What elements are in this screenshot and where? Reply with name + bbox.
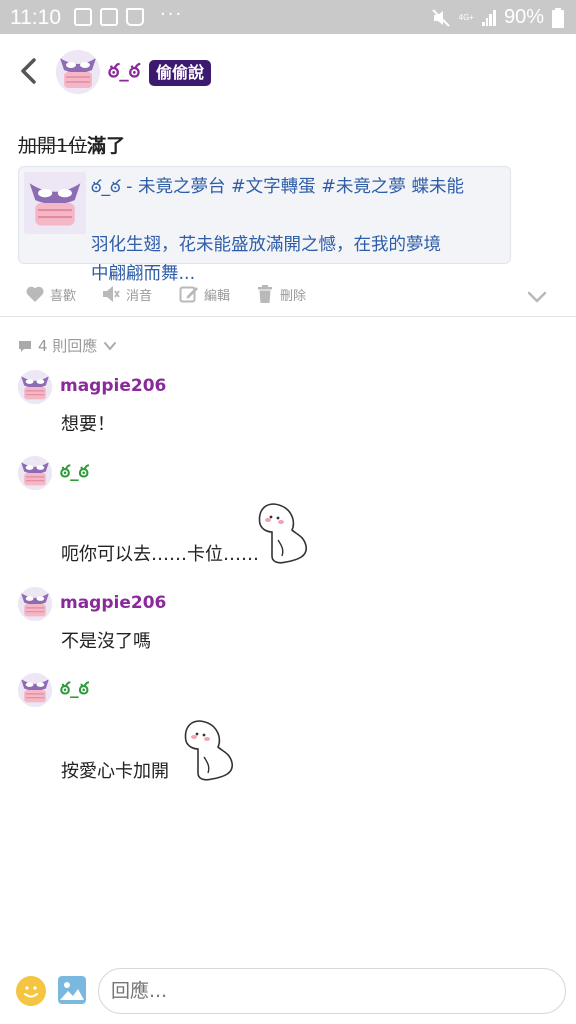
speaker-mute-icon [103,286,120,302]
comment-text: 呃你可以去……卡位…… [61,544,259,565]
edit-label: 編輯 [204,288,231,304]
mute-label: 消音 [126,288,153,304]
author-name[interactable]: ఠ_ఠ [108,60,140,87]
signal-icon [481,9,496,26]
comment-item: magpie206 不是沒了嗎 [18,587,558,657]
commenter-name[interactable]: magpie206 [60,376,166,396]
notification-icons: ··· [74,4,183,26]
like-button[interactable]: 喜歡 [25,284,76,304]
trash-icon [258,285,272,303]
emoji-button[interactable] [16,976,46,1006]
chevron-left-icon [21,58,36,84]
battery-icon [552,7,564,28]
chevron-down-icon [527,291,547,303]
system-icons: 4G+ 90% [431,6,564,29]
commenter-name[interactable]: ఠ_ఠ [60,462,89,486]
comment-text: 想要！ [61,414,115,435]
comment-bubble-icon [19,340,31,352]
network-type: 4G+ [458,13,474,22]
reply-count-toggle[interactable]: 4 則回應 [18,335,117,356]
ghost-sticker-icon [258,503,308,564]
linked-post-text-rest: 羽化生翅，花未能盛放滿開之憾，在我的夢境 中翩翩而舞... [25,231,505,289]
photo-button[interactable] [58,976,86,1004]
battery-level: 90% [503,6,544,28]
mute-button[interactable]: 消音 [101,284,152,304]
comment-item: magpie206 想要！ [18,370,558,440]
smiley-icon [24,986,38,998]
commenter-avatar[interactable] [18,587,52,621]
linked-post-text: ఠ_ఠ - 未竟之夢台 #文字轉蛋 #未竟之夢 蝶未能 [91,173,505,202]
reply-count-label: 4 則回應 [38,337,98,355]
divider [0,316,576,317]
trash-notification-icon [74,8,92,26]
bag-notification-icon [126,8,144,26]
chevron-down-icon [104,341,117,351]
post-text-bold: 滿了 [87,135,126,157]
reply-input[interactable] [98,968,566,1014]
mute-icon [431,8,450,27]
delete-button[interactable]: 刪除 [255,284,306,304]
image-icon [60,982,84,1000]
comment-text: 按愛心卡加開 [61,761,169,782]
edit-button[interactable]: 編輯 [179,284,230,304]
post-action-bar: 喜歡 消音 編輯 刪除 [0,284,576,310]
post-text-strike: 加開1位 [18,135,88,157]
linked-post-thumbnail [24,172,86,234]
commenter-avatar[interactable] [18,370,52,404]
post-header: ఠ_ఠ 偷偷說 [0,34,576,112]
reply-bar [0,960,576,1024]
board-badge[interactable]: 偷偷說 [149,60,212,86]
heart-icon [26,286,44,302]
like-label: 喜歡 [50,288,77,304]
edit-icon [179,286,198,303]
commenter-name[interactable]: ఠ_ఠ [60,679,89,703]
linked-post-line1: ఠ_ఠ - 未竟之夢台 #文字轉蛋 #未竟之夢 蝶未能 [91,177,464,197]
status-bar: 11:10 ··· 4G+ 90% [0,0,576,34]
commenter-name[interactable]: magpie206 [60,593,166,613]
back-button[interactable] [14,56,44,86]
comment-item: ఠ_ఠ 按愛心卡加開 [18,673,558,793]
linked-post-card[interactable]: ఠ_ఠ - 未竟之夢台 #文字轉蛋 #未竟之夢 蝶未能 羽化生翅，花未能盛放滿開… [18,166,511,284]
commenter-avatar[interactable] [18,456,52,490]
delete-label: 刪除 [280,288,307,304]
more-options-button[interactable] [526,286,548,312]
more-notifications-icon: ··· [160,3,184,25]
status-time: 11:10 [10,6,61,29]
app-notification-icon [100,8,118,26]
comment-text: 不是沒了嗎 [61,631,151,652]
post-body: 加開1位滿了 [18,131,125,158]
commenter-avatar[interactable] [18,673,52,707]
ghost-sticker-icon [184,720,234,781]
linked-post-line2: 羽化生翅，花未能盛放滿開之憾，在我的夢境 [91,235,441,255]
comment-item: ఠ_ఠ 呃你可以去……卡位…… [18,456,558,576]
author-avatar[interactable] [56,50,100,94]
